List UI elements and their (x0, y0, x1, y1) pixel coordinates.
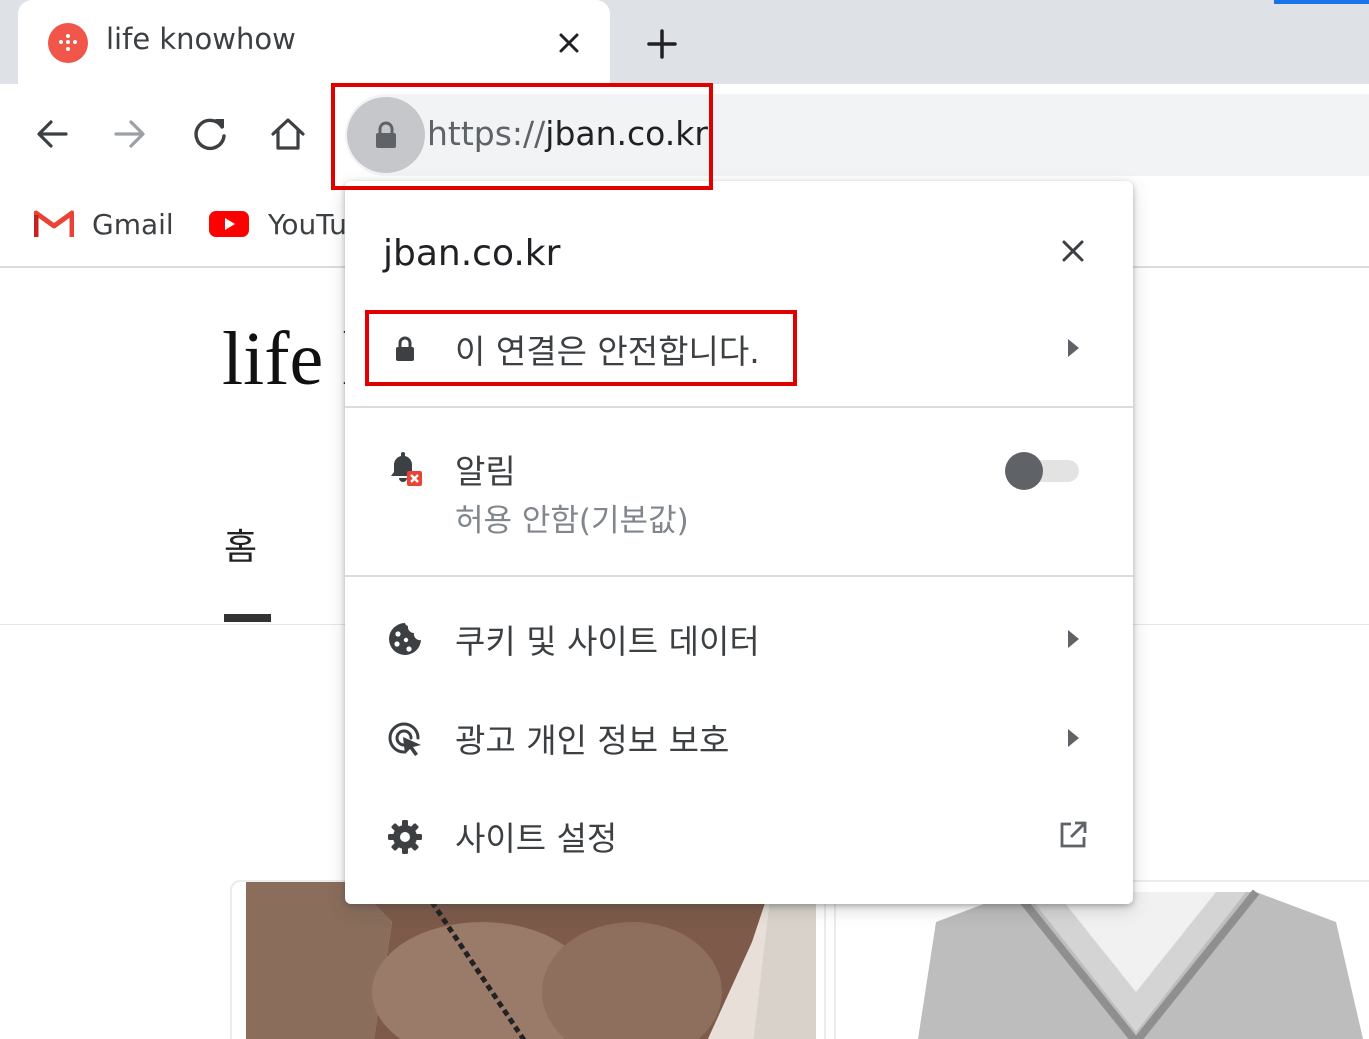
cookie-icon (385, 619, 425, 659)
cookies-label: 쿠키 및 사이트 데이터 (455, 622, 760, 661)
active-tab[interactable]: life knowhow (18, 0, 610, 84)
gmail-icon (34, 210, 74, 237)
home-icon[interactable] (266, 112, 310, 156)
popup-divider (345, 406, 1133, 408)
gear-icon (385, 817, 425, 857)
connection-arrow-icon[interactable] (1063, 336, 1083, 360)
bookmark-gmail[interactable]: Gmail (34, 204, 174, 244)
bookmark-label: Gmail (92, 207, 174, 241)
notifications-toggle[interactable] (1005, 451, 1081, 491)
page-title: life l (222, 317, 364, 401)
tabstrip-accent (1274, 0, 1369, 4)
popup-divider (345, 575, 1133, 577)
external-link-icon[interactable] (1057, 819, 1089, 851)
reload-icon[interactable] (188, 112, 232, 156)
notifications-blocked-icon (385, 449, 425, 489)
youtube-icon (209, 211, 249, 237)
notifications-label: 알림 (455, 452, 516, 491)
forward-arrow-icon[interactable] (108, 112, 152, 156)
bookmark-youtube[interactable]: YouTu (208, 204, 347, 244)
popup-close-icon[interactable] (1053, 231, 1093, 271)
new-tab-plus-icon[interactable] (640, 22, 684, 66)
connection-highlight-box (365, 310, 797, 386)
bookmark-label: YouTu (268, 207, 347, 241)
product-image (246, 882, 816, 1039)
tab-title: life knowhow (106, 22, 296, 56)
ad-privacy-arrow-icon[interactable] (1063, 726, 1083, 750)
tab-favicon-icon (48, 23, 88, 63)
product-image (836, 882, 1369, 1039)
site-info-popup: jban.co.kr 이 연결은 안전합니다. 알림 허용 안함(기본값) 쿠키… (345, 181, 1133, 904)
notifications-status: 허용 안함(기본값) (455, 503, 689, 539)
home-tab[interactable]: 홈 (224, 518, 257, 570)
tab-close-icon[interactable] (551, 25, 587, 61)
site-settings-label: 사이트 설정 (455, 819, 618, 858)
home-tab-underline (224, 614, 271, 622)
cookies-arrow-icon[interactable] (1063, 627, 1083, 651)
ad-privacy-label: 광고 개인 정보 보호 (455, 721, 730, 760)
url-highlight-box (331, 83, 713, 190)
tab-strip: life knowhow (0, 0, 1369, 84)
popup-site-host: jban.co.kr (383, 233, 561, 274)
ad-privacy-icon (385, 719, 425, 759)
